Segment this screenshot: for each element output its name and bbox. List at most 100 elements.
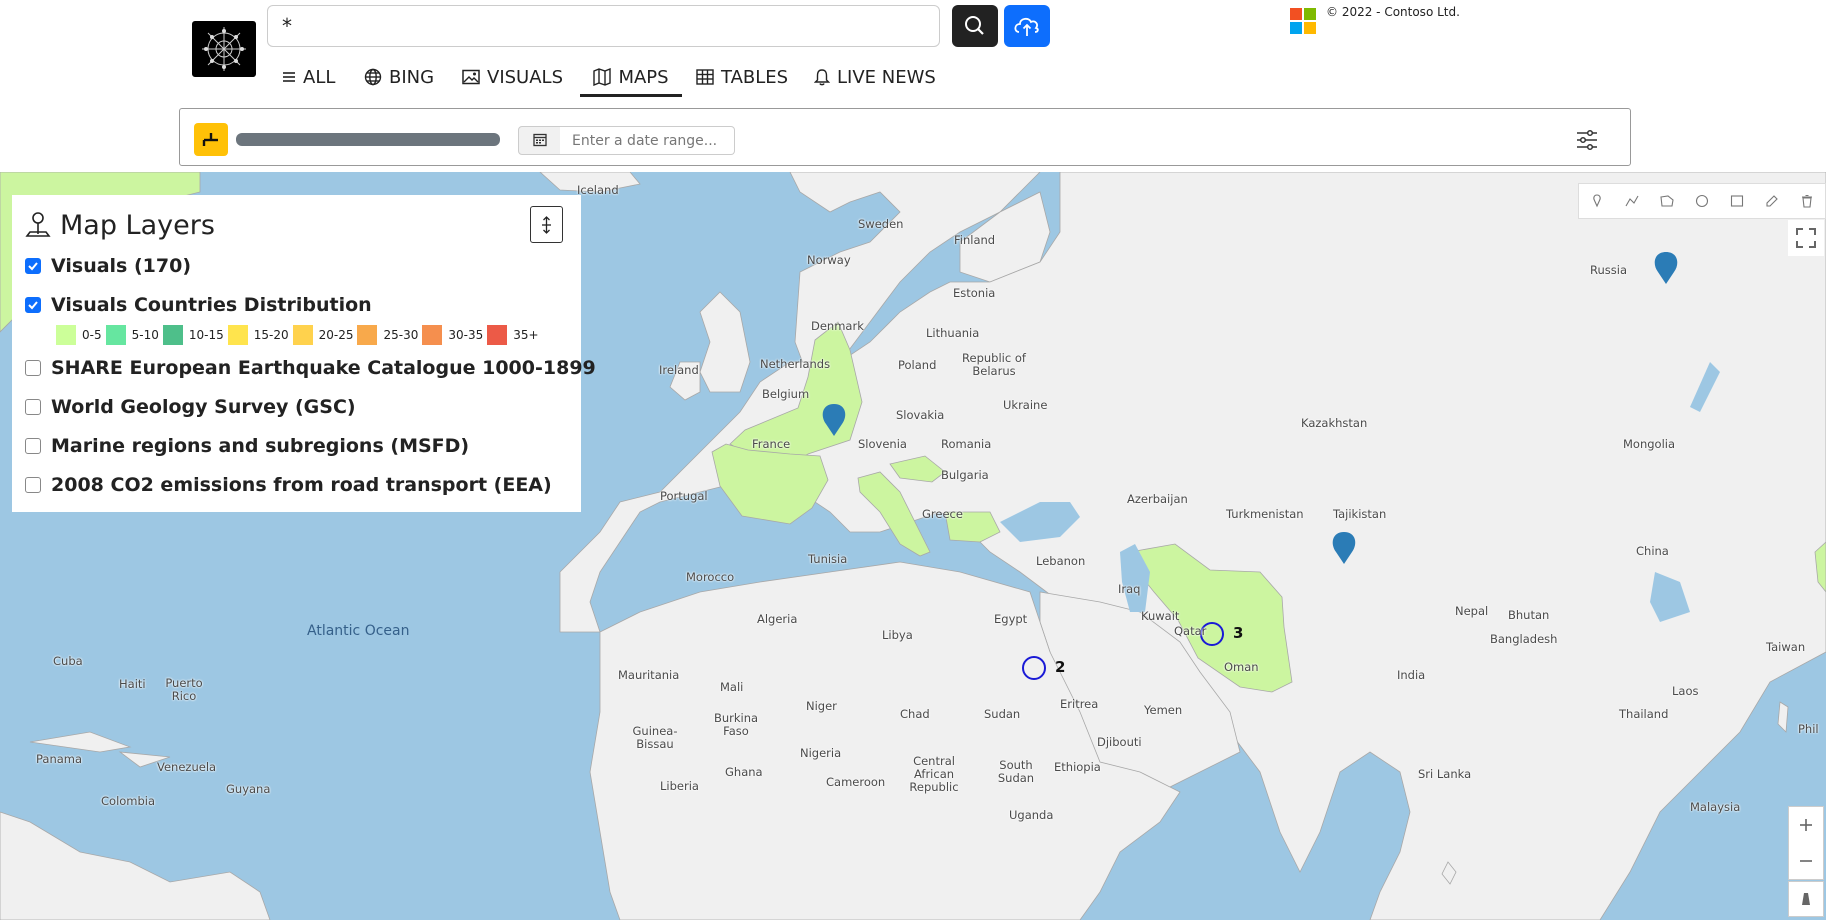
layer-checkbox[interactable] <box>25 297 41 313</box>
delete-geometry-button[interactable] <box>1797 191 1817 211</box>
tab-bing[interactable]: BING <box>364 60 434 94</box>
tab-visuals[interactable]: VISUALS <box>462 60 563 94</box>
map-label: Cuba <box>53 654 83 668</box>
range-slider[interactable] <box>236 133 500 146</box>
legend-item: 35+ <box>487 325 542 345</box>
map-label: Chad <box>900 707 930 721</box>
zoom-control <box>1788 806 1824 880</box>
tab-maps-label: MAPS <box>618 66 669 88</box>
tab-tables[interactable]: TABLES <box>696 60 788 94</box>
tab-maps[interactable]: MAPS <box>580 60 682 97</box>
app-logo[interactable] <box>192 21 256 77</box>
map-label: Slovenia <box>858 437 907 451</box>
map-label: Mongolia <box>1623 437 1676 451</box>
zoom-out-button[interactable] <box>1789 843 1823 879</box>
map-label: Tunisia <box>808 552 848 566</box>
layer-co2-emissions[interactable]: 2008 CO2 emissions from road transport (… <box>25 474 552 496</box>
map-label: Iraq <box>1118 582 1141 596</box>
legend-swatch <box>422 325 443 345</box>
calendar-icon <box>533 133 547 147</box>
edit-geometry-button[interactable] <box>1762 191 1782 211</box>
draw-circle-button[interactable] <box>1692 191 1712 211</box>
tab-live-news-label: LIVE NEWS <box>837 66 936 88</box>
map-label: Liberia <box>660 779 699 793</box>
layer-world-geology[interactable]: World Geology Survey (GSC) <box>25 396 356 418</box>
draw-polygon-button[interactable] <box>1657 191 1677 211</box>
edit-icon <box>1766 195 1779 207</box>
filter-settings-button[interactable] <box>1575 128 1599 152</box>
trash-icon <box>1802 194 1813 208</box>
layer-share-earthquake[interactable]: SHARE European Earthquake Catalogue 1000… <box>25 357 596 379</box>
collapse-panel-button[interactable] <box>530 206 563 243</box>
map-label: Greece <box>922 507 963 521</box>
date-range-input[interactable] <box>560 126 735 155</box>
layer-visuals-countries[interactable]: Visuals Countries Distribution <box>25 294 372 316</box>
map-label: Iceland <box>577 183 619 197</box>
microsoft-logo-icon <box>1290 8 1316 34</box>
map-label: Mauritania <box>618 668 680 682</box>
map-label: Finland <box>954 233 996 247</box>
map-label: Puerto Rico <box>165 676 203 703</box>
cluster-count-egypt: 2 <box>1055 658 1066 676</box>
map-label: Netherlands <box>760 357 831 371</box>
map-label: Belgium <box>762 387 810 401</box>
zoom-in-button[interactable] <box>1789 807 1823 843</box>
tab-live-news[interactable]: LIVE NEWS <box>814 60 936 94</box>
map-label: Guinea-Bissau <box>632 724 678 751</box>
layer-label: World Geology Survey (GSC) <box>51 396 356 418</box>
map-layers-title: Map Layers <box>60 210 215 241</box>
layer-checkbox[interactable] <box>25 477 41 493</box>
legend-swatch <box>162 325 183 345</box>
layer-visuals[interactable]: Visuals (170) <box>25 255 191 277</box>
legend-item: 10-15 <box>162 325 228 345</box>
tab-all[interactable]: ALL <box>282 60 335 94</box>
fullscreen-button[interactable] <box>1788 220 1824 256</box>
draw-toolbar <box>1578 183 1826 219</box>
upload-button[interactable] <box>1004 5 1050 47</box>
layer-checkbox[interactable] <box>25 399 41 415</box>
legend-label: 30-35 <box>448 328 484 342</box>
legend-swatch <box>357 325 378 345</box>
map-label: Sudan <box>984 707 1021 721</box>
mode-toggle-button[interactable] <box>194 123 228 156</box>
plus-minus-icon <box>202 133 218 146</box>
map-label: Venezuela <box>157 760 217 774</box>
map-label: Taiwan <box>1766 640 1806 654</box>
map-icon <box>593 68 612 86</box>
map-label: Denmark <box>811 319 864 333</box>
map-label: Bulgaria <box>941 468 989 482</box>
fullscreen-icon <box>1796 228 1816 248</box>
layer-label: Visuals Countries Distribution <box>51 294 372 316</box>
tab-all-label: ALL <box>303 66 336 88</box>
map-label: Colombia <box>101 794 156 808</box>
layer-marine-regions[interactable]: Marine regions and subregions (MSFD) <box>25 435 469 457</box>
legend-label: 20-25 <box>318 328 354 342</box>
map-label: Oman <box>1224 660 1259 674</box>
layer-checkbox[interactable] <box>25 438 41 454</box>
calendar-button[interactable] <box>518 126 561 155</box>
draw-line-button[interactable] <box>1622 191 1642 211</box>
layer-checkbox[interactable] <box>25 258 41 274</box>
layers-person-icon <box>25 212 51 237</box>
map-label: Thailand <box>1619 707 1669 721</box>
legend-swatch <box>227 325 248 345</box>
map-label: Guyana <box>226 782 271 796</box>
map-label: Nigeria <box>800 746 842 760</box>
circle-icon <box>1695 194 1709 208</box>
map-label: Algeria <box>757 612 798 626</box>
search-button[interactable] <box>952 5 998 47</box>
legend-label: 25-30 <box>383 328 419 342</box>
legend-item: 0-5 <box>56 325 106 345</box>
map-label: Uganda <box>1009 808 1054 822</box>
map-label: Egypt <box>994 612 1028 626</box>
pitch-button[interactable] <box>1788 881 1824 917</box>
bell-icon <box>814 69 830 86</box>
legend-swatch <box>56 325 76 345</box>
layer-checkbox[interactable] <box>25 360 41 376</box>
pitch-icon <box>1802 893 1810 905</box>
legend-item: 5-10 <box>105 325 163 345</box>
draw-point-button[interactable] <box>1587 191 1607 211</box>
search-input[interactable] <box>267 5 940 47</box>
globe-icon <box>364 68 382 86</box>
draw-rectangle-button[interactable] <box>1727 191 1747 211</box>
